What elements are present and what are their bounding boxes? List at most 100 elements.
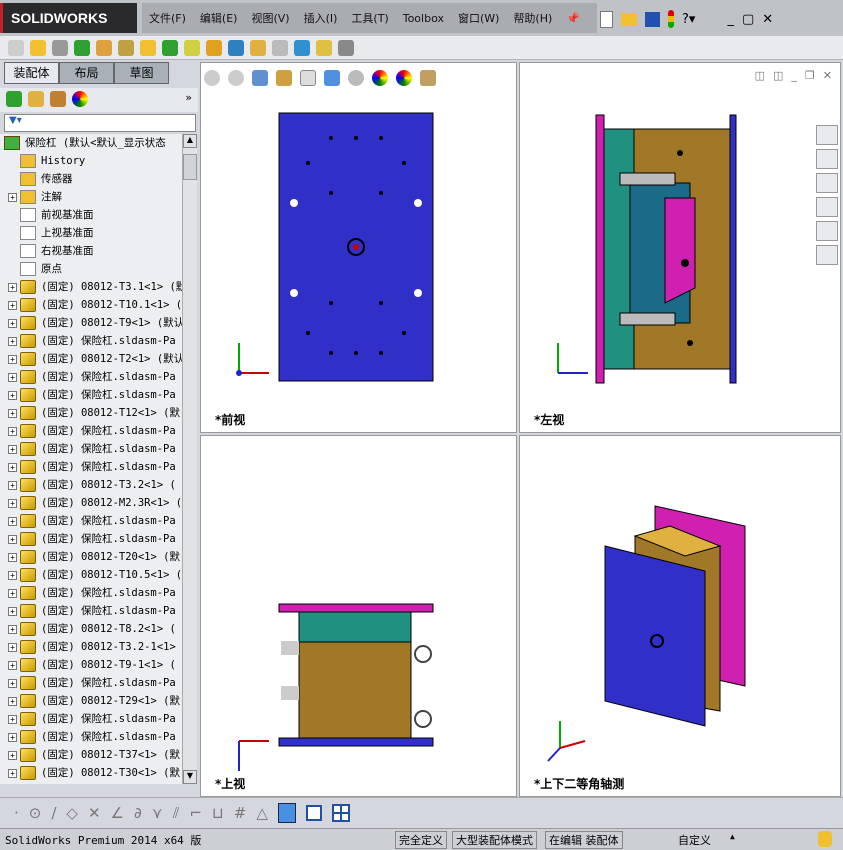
menu-tools[interactable]: 工具(T) bbox=[344, 10, 395, 26]
viewport-front[interactable]: *前视 bbox=[200, 62, 517, 433]
expand-icon[interactable]: + bbox=[8, 678, 17, 688]
tree-item-part[interactable]: + (固定) 08012-T10.5<1> ( bbox=[8, 566, 182, 584]
expand-icon[interactable]: + bbox=[8, 516, 17, 526]
tree-item-part[interactable]: + (固定) 保险杠.sldasm-Pa bbox=[8, 710, 176, 728]
line-icon[interactable]: / bbox=[51, 804, 56, 822]
tree-item-annotations-folder[interactable]: + 注解 bbox=[8, 188, 62, 206]
angle-icon[interactable]: ∠ bbox=[111, 804, 124, 822]
new-part-icon[interactable] bbox=[30, 39, 46, 56]
move-component-icon[interactable] bbox=[118, 39, 134, 56]
previous-view-icon[interactable] bbox=[252, 70, 268, 86]
expand-icon[interactable]: + bbox=[8, 570, 17, 580]
viewport-restore-button[interactable]: ❐ bbox=[805, 69, 815, 82]
expand-icon[interactable]: + bbox=[8, 192, 17, 202]
new-file-icon[interactable] bbox=[600, 10, 613, 28]
file-explorer-icon[interactable] bbox=[816, 173, 838, 193]
rebuild-icon[interactable] bbox=[668, 10, 674, 28]
tree-item-part[interactable]: + (固定) 保险杠.sldasm-Pa bbox=[8, 422, 176, 440]
expand-icon[interactable]: + bbox=[8, 588, 17, 598]
expand-icon[interactable]: + bbox=[8, 462, 17, 472]
tree-item-front-plane[interactable]: 前视基准面 bbox=[20, 206, 94, 224]
expand-icon[interactable]: + bbox=[8, 768, 17, 778]
tree-item-part[interactable]: + (固定) 08012-T2<1> (默认 bbox=[8, 350, 182, 368]
menu-view[interactable]: 视图(V) bbox=[244, 10, 296, 26]
appearances-icon[interactable] bbox=[816, 221, 838, 241]
feature-manager-icon[interactable] bbox=[6, 91, 22, 107]
menu-toolbox[interactable]: Toolbox bbox=[396, 12, 451, 25]
edit-appearance-icon[interactable] bbox=[372, 70, 388, 86]
tree-item-part[interactable]: + (固定) 08012-T9<1> (默认 bbox=[8, 314, 182, 332]
exploded-view-icon[interactable] bbox=[250, 39, 266, 56]
dimension-icon[interactable]: ⊔ bbox=[212, 804, 224, 822]
tile-right-icon[interactable]: ◫ bbox=[773, 69, 783, 82]
tree-scrollbar[interactable]: ▲ ▼ bbox=[182, 134, 197, 784]
tree-item-origin[interactable]: 原点 bbox=[20, 260, 62, 278]
tree-item-part[interactable]: + (固定) 08012-T30<1> (默 bbox=[8, 764, 180, 782]
polygon-icon[interactable]: ◇ bbox=[66, 804, 78, 822]
expand-icon[interactable]: + bbox=[8, 372, 17, 382]
triangle-icon[interactable]: △ bbox=[256, 804, 268, 822]
tag-icon[interactable] bbox=[818, 831, 832, 847]
units-custom[interactable]: 自定义 bbox=[678, 832, 711, 848]
circle-icon[interactable]: ⊙ bbox=[29, 804, 42, 822]
expand-icon[interactable]: + bbox=[8, 750, 17, 760]
tree-item-part[interactable]: + (固定) 08012-T3.2-1<1> bbox=[8, 638, 176, 656]
save-icon[interactable] bbox=[645, 11, 660, 27]
expand-icon[interactable]: + bbox=[8, 660, 17, 670]
bill-of-materials-icon[interactable] bbox=[228, 39, 244, 56]
expand-icon[interactable]: + bbox=[8, 498, 17, 508]
tab-assembly[interactable]: 装配体 bbox=[4, 62, 59, 84]
view-settings-icon[interactable] bbox=[420, 70, 436, 86]
expand-icon[interactable]: + bbox=[8, 714, 17, 724]
maximize-button[interactable]: ▢ bbox=[742, 12, 754, 27]
tree-item-part[interactable]: + (固定) 08012-M2.3R<1> ( bbox=[8, 494, 182, 512]
viewport-top[interactable]: *上视 bbox=[200, 435, 517, 797]
expand-icon[interactable]: + bbox=[8, 390, 17, 400]
tree-item-part[interactable]: + (固定) 08012-T12<1> (默 bbox=[8, 404, 180, 422]
tree-item-part[interactable]: + (固定) 保险杠.sldasm-Pa bbox=[8, 674, 176, 692]
expand-icon[interactable]: + bbox=[8, 552, 17, 562]
expand-icon[interactable]: + bbox=[8, 444, 17, 454]
reference-geometry-icon[interactable] bbox=[184, 39, 200, 56]
trim-icon[interactable]: ✕ bbox=[88, 804, 101, 822]
expand-icon[interactable]: + bbox=[8, 336, 17, 346]
zoom-to-area-icon[interactable] bbox=[228, 70, 244, 86]
tree-item-right-plane[interactable]: 右视基准面 bbox=[20, 242, 94, 260]
expand-icon[interactable]: + bbox=[8, 480, 17, 490]
grid-icon[interactable]: # bbox=[234, 804, 247, 822]
chamfer-icon[interactable]: ⋎ bbox=[152, 804, 163, 822]
viewport-minimize-button[interactable]: _ bbox=[791, 69, 797, 82]
menu-help[interactable]: 帮助(H) bbox=[506, 10, 559, 26]
zoom-to-fit-icon[interactable] bbox=[204, 70, 220, 86]
point-icon[interactable]: · bbox=[14, 804, 19, 822]
expand-icon[interactable]: + bbox=[8, 426, 17, 436]
tree-item-part[interactable]: + (固定) 保险杠.sldasm-Pa bbox=[8, 602, 176, 620]
tree-item-part[interactable]: + (固定) 保险杠.sldasm-Pa bbox=[8, 530, 176, 548]
display-style-icon[interactable] bbox=[324, 70, 340, 86]
menu-insert[interactable]: 插入(I) bbox=[297, 10, 345, 26]
tab-sketch[interactable]: 草图 bbox=[114, 62, 169, 84]
tree-item-part[interactable]: + (固定) 08012-T37<1> (默 bbox=[8, 746, 180, 764]
explode-line-icon[interactable] bbox=[272, 39, 288, 56]
tree-item-part[interactable]: + (固定) 保险杠.sldasm-Pa bbox=[8, 584, 176, 602]
configuration-manager-icon[interactable] bbox=[50, 91, 66, 107]
minimize-button[interactable]: _ bbox=[727, 12, 734, 27]
interference-icon[interactable] bbox=[294, 39, 310, 56]
expand-icon[interactable]: + bbox=[8, 624, 17, 634]
display-manager-icon[interactable] bbox=[72, 91, 88, 107]
tree-item-top-plane[interactable]: 上视基准面 bbox=[20, 224, 94, 242]
fillet-icon[interactable]: ∂ bbox=[134, 804, 142, 822]
tile-left-icon[interactable]: ◫ bbox=[755, 69, 765, 82]
menu-edit[interactable]: 编辑(E) bbox=[193, 10, 245, 26]
view-orientation-icon[interactable] bbox=[300, 70, 316, 86]
tree-item-part[interactable]: + (固定) 保险杠.sldasm-Pa bbox=[8, 332, 176, 350]
tree-item-part[interactable]: + (固定) 08012-T8.2<1> ( bbox=[8, 620, 176, 638]
expand-icon[interactable]: + bbox=[8, 354, 17, 364]
open-file-icon[interactable] bbox=[621, 12, 637, 26]
tree-item-part[interactable]: + (固定) 08012-T3.2<1> ( bbox=[8, 476, 176, 494]
expand-icon[interactable]: + bbox=[8, 732, 17, 742]
four-view-icon[interactable] bbox=[331, 803, 350, 822]
viewport-isometric[interactable]: *上下二等角轴测 bbox=[519, 435, 841, 797]
tree-item-part[interactable]: + (固定) 08012-T20<1> (默 bbox=[8, 548, 180, 566]
property-manager-icon[interactable] bbox=[28, 91, 44, 107]
